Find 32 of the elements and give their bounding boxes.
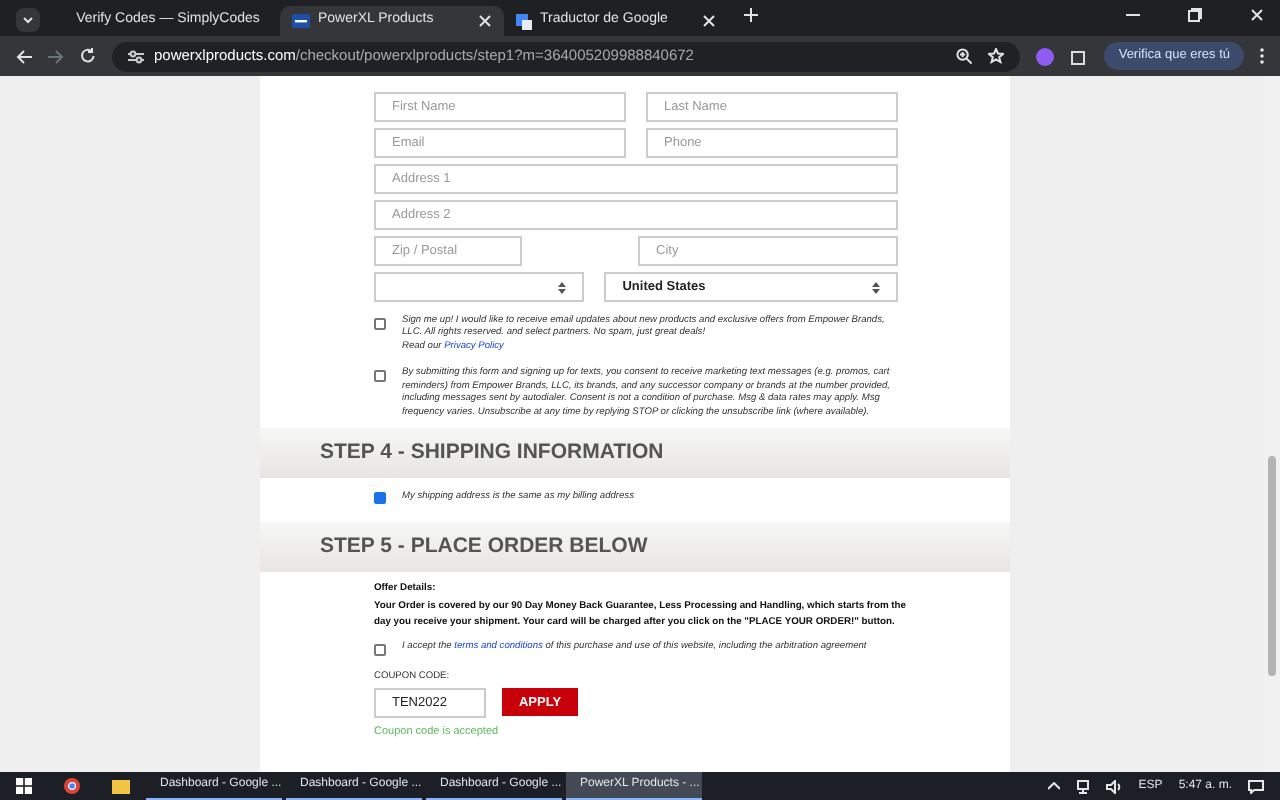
zoom-icon[interactable] bbox=[956, 48, 973, 64]
close-icon[interactable] bbox=[702, 14, 716, 28]
close-icon[interactable] bbox=[1250, 8, 1264, 22]
restore-icon[interactable] bbox=[1188, 8, 1202, 22]
new-tab-icon[interactable] bbox=[744, 8, 758, 22]
dropdown-arrow-icon bbox=[558, 281, 567, 293]
section-heading: STEP 4 - SHIPPING INFORMATION bbox=[260, 428, 1010, 479]
section-heading: STEP 5 - PLACE ORDER BELOW bbox=[260, 522, 1010, 573]
site-info-icon[interactable] bbox=[128, 49, 144, 63]
checkbox[interactable] bbox=[374, 644, 386, 657]
forward-icon[interactable] bbox=[48, 49, 64, 63]
star-icon[interactable] bbox=[988, 48, 1005, 64]
browser-icon[interactable] bbox=[64, 778, 80, 794]
extension-icon[interactable] bbox=[1036, 47, 1055, 65]
chevron-up-icon[interactable] bbox=[1048, 782, 1061, 790]
back-icon[interactable] bbox=[16, 49, 32, 63]
logo-icon bbox=[292, 14, 310, 28]
close-icon[interactable] bbox=[478, 14, 492, 28]
dropdown-arrow-icon bbox=[872, 281, 881, 293]
checkbox[interactable] bbox=[374, 492, 386, 505]
windows-start-icon[interactable] bbox=[16, 778, 32, 794]
notification-icon[interactable] bbox=[1248, 779, 1264, 793]
network-icon[interactable] bbox=[1076, 779, 1091, 793]
translate-icon bbox=[516, 13, 532, 29]
tab-menu-icon[interactable] bbox=[16, 8, 40, 32]
speaker-icon[interactable] bbox=[1106, 779, 1123, 793]
reload-icon[interactable] bbox=[80, 48, 96, 64]
minimize-icon[interactable] bbox=[1126, 8, 1140, 22]
select-field[interactable] bbox=[374, 272, 585, 302]
checkbox[interactable] bbox=[374, 318, 386, 330]
folder-icon[interactable] bbox=[112, 779, 130, 793]
checkbox[interactable] bbox=[374, 370, 386, 383]
